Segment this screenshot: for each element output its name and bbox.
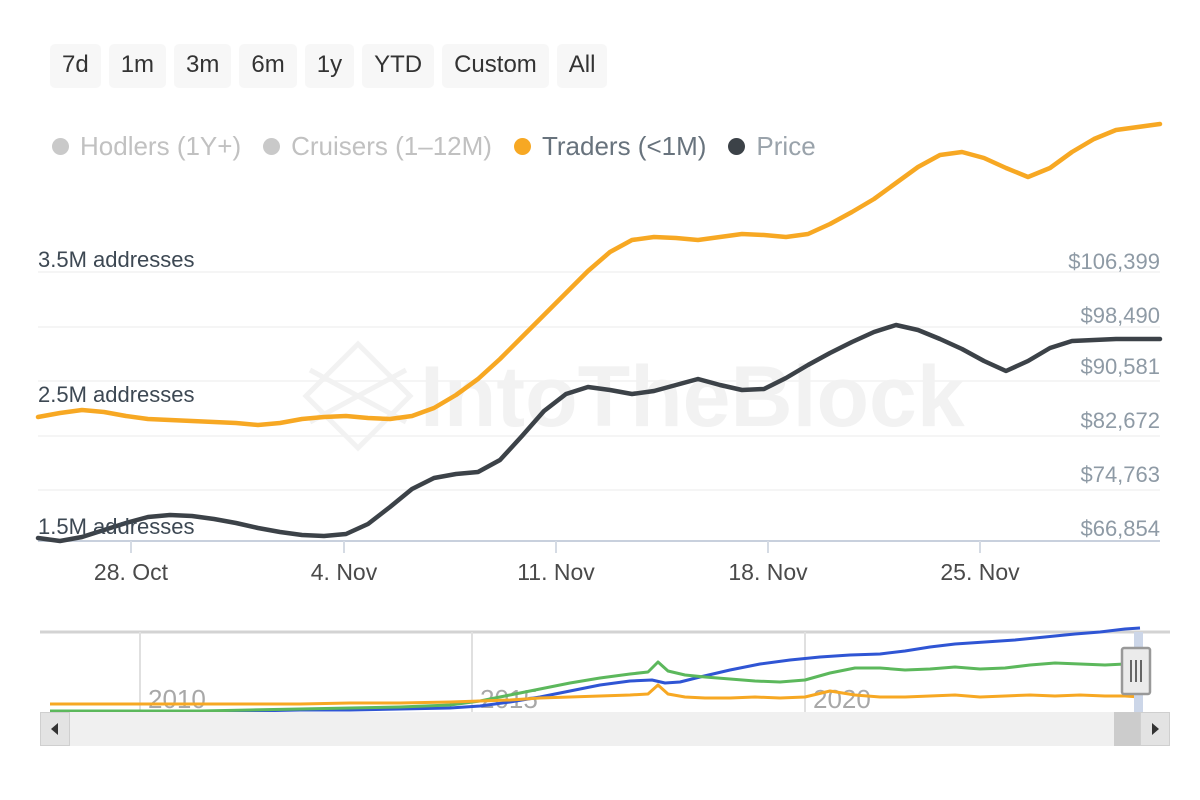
y-axis-left-tick-2-5m: 2.5M addresses [38,382,195,407]
chevron-left-icon [49,722,61,736]
navigator-year-2010: 2010 [148,684,206,712]
x-axis-tick-28-oct: 28. Oct [94,559,169,585]
y-axis-right-tick-66854: $66,854 [1080,516,1160,541]
x-axis-ticks [131,541,980,553]
chart-navigator[interactable]: 2010 2015 2020 [40,620,1170,712]
scrollbar-track[interactable] [70,712,1140,746]
scroll-left-arrow-button[interactable] [40,712,70,746]
navigator-right-handle[interactable] [1122,632,1150,712]
main-chart-plot[interactable]: IntoTheBlock 3.5M addresses 2.5M address… [0,0,1200,600]
intotheblock-logo-icon [306,344,410,448]
watermark-text: IntoTheBlock [420,349,965,445]
y-axis-left-tick-1-5m: 1.5M addresses [38,514,195,539]
y-axis-right-tick-98490: $98,490 [1080,303,1160,328]
navigator-series-traders [50,685,1140,704]
x-axis-tick-25-nov: 25. Nov [940,559,1020,585]
navigator-scrollbar [40,712,1170,746]
y-axis-right-tick-82672: $82,672 [1080,408,1160,433]
y-axis-left-tick-3-5m: 3.5M addresses [38,247,195,272]
intotheblock-watermark: IntoTheBlock [306,344,965,448]
y-axis-right-tick-74763: $74,763 [1080,462,1160,487]
scrollbar-thumb[interactable] [1114,712,1140,746]
chevron-right-icon [1149,722,1161,736]
y-axis-right-tick-106399: $106,399 [1068,249,1160,274]
x-axis-tick-11-nov: 11. Nov [517,559,595,585]
scroll-right-arrow-button[interactable] [1140,712,1170,746]
navigator-year-2020: 2020 [813,684,871,712]
x-axis-tick-4-nov: 4. Nov [311,559,378,585]
x-axis-tick-18-nov: 18. Nov [728,559,808,585]
y-axis-right-tick-90581: $90,581 [1080,354,1160,379]
